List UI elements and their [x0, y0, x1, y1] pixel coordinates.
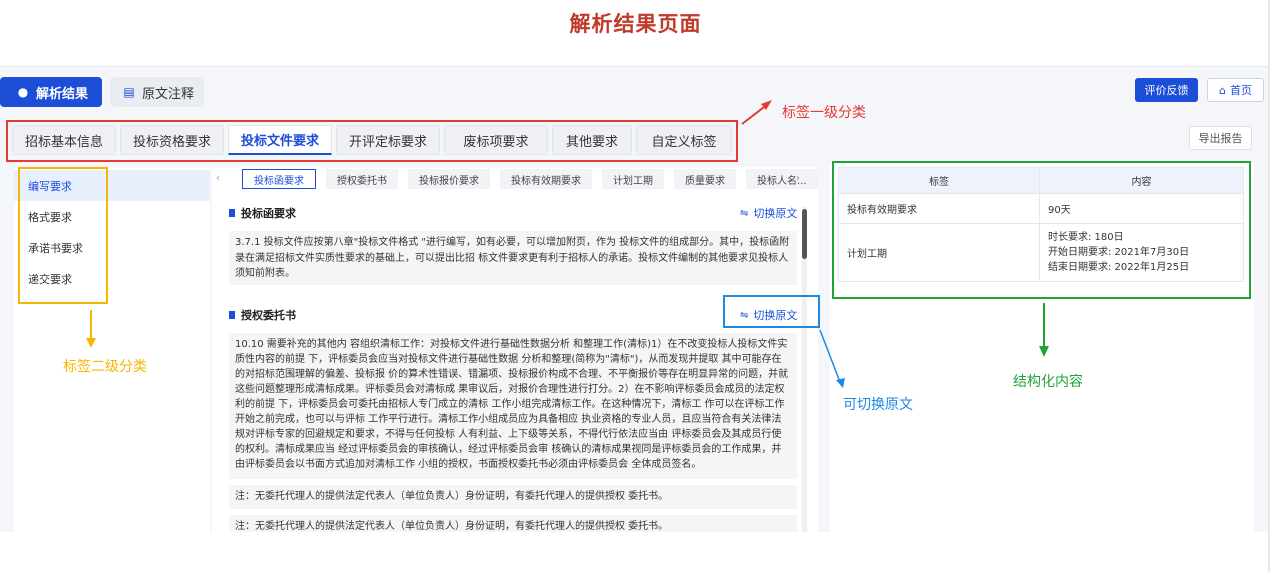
arrow-yellow-head [86, 338, 96, 348]
annotation-label-switch: 可切换原文 [843, 397, 913, 413]
annotation-label-level2: 标签二级分类 [63, 359, 147, 375]
arrow-blue-head [836, 378, 845, 388]
annotation-label-level1: 标签一级分类 [782, 105, 866, 121]
arrow-green-head [1039, 346, 1049, 357]
annotation-arrows [86, 100, 1049, 388]
annotation-label-structured: 结构化内容 [1013, 374, 1083, 390]
arrow-blue [819, 329, 841, 383]
